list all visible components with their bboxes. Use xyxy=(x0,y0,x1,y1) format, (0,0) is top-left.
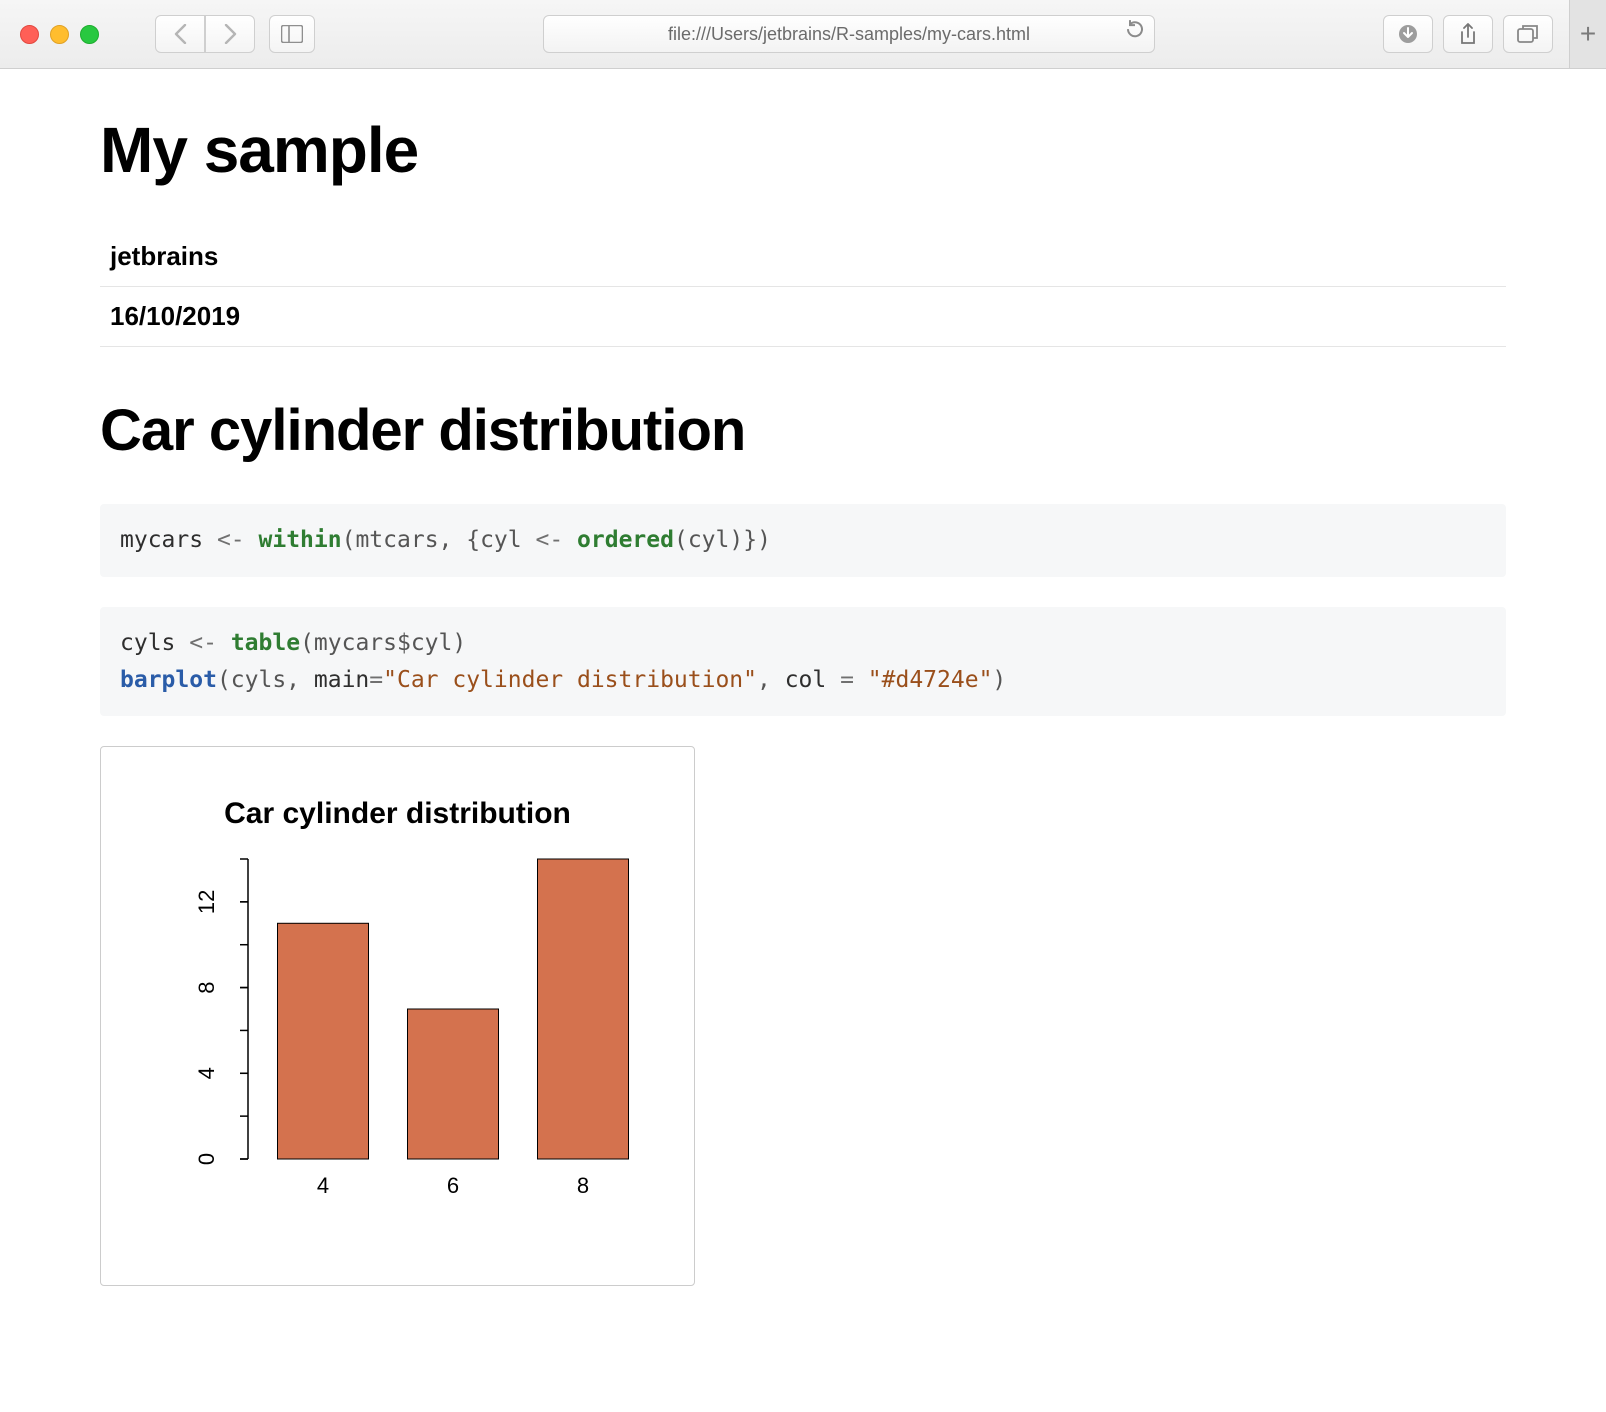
code-block-1: mycars <- within(mtcars, {cyl <- ordered… xyxy=(100,504,1506,577)
download-icon xyxy=(1398,24,1418,44)
code-token: within xyxy=(259,527,342,553)
chevron-left-icon xyxy=(174,24,187,44)
code-token: = xyxy=(826,667,868,693)
svg-text:4: 4 xyxy=(194,1068,219,1080)
toolbar-right: + xyxy=(1383,0,1590,68)
address-bar-text: file:///Users/jetbrains/R-samples/my-car… xyxy=(668,24,1030,45)
code-block-2: cyls <- table(mycars$cyl) barplot(cyls, … xyxy=(100,607,1506,717)
page-content: My sample jetbrains 16/10/2019 Car cylin… xyxy=(0,69,1606,1346)
section-heading: Car cylinder distribution xyxy=(100,397,1506,464)
code-token: ordered xyxy=(577,527,674,553)
date-line: 16/10/2019 xyxy=(100,287,1506,347)
code-token: "Car cylinder distribution" xyxy=(383,667,757,693)
close-window-button[interactable] xyxy=(20,25,39,44)
code-token: , xyxy=(757,667,785,693)
svg-text:12: 12 xyxy=(194,890,219,914)
code-token: (cyl)}) xyxy=(674,527,771,553)
new-tab-button[interactable]: + xyxy=(1569,0,1606,68)
forward-button[interactable] xyxy=(205,15,255,53)
code-token: cyls xyxy=(120,630,175,656)
back-button[interactable] xyxy=(155,15,205,53)
code-token: (mycars$cyl) xyxy=(300,630,466,656)
plus-icon: + xyxy=(1580,18,1596,50)
code-token: <- xyxy=(217,527,245,553)
chevron-right-icon xyxy=(224,24,237,44)
plot-container: Car cylinder distribution 0 4 8 12 4 6 8 xyxy=(100,746,695,1286)
code-token: barplot xyxy=(120,667,217,693)
code-token: <- xyxy=(535,527,563,553)
window-controls xyxy=(20,25,99,44)
address-bar[interactable]: file:///Users/jetbrains/R-samples/my-car… xyxy=(543,15,1155,53)
svg-text:4: 4 xyxy=(316,1173,328,1198)
code-token: = xyxy=(369,667,383,693)
code-token: table xyxy=(231,630,300,656)
tabs-icon xyxy=(1517,24,1539,44)
reload-button[interactable] xyxy=(1125,19,1144,46)
downloads-button[interactable] xyxy=(1383,15,1433,53)
nav-buttons xyxy=(155,15,255,53)
svg-text:0: 0 xyxy=(194,1153,219,1165)
page-title: My sample xyxy=(100,113,1506,187)
code-token: <- xyxy=(189,630,217,656)
share-icon xyxy=(1459,23,1477,45)
code-token: ) xyxy=(992,667,1006,693)
minimize-window-button[interactable] xyxy=(50,25,69,44)
code-token: main xyxy=(314,667,369,693)
zoom-window-button[interactable] xyxy=(80,25,99,44)
code-token: col xyxy=(785,667,827,693)
plot-title: Car cylinder distribution xyxy=(111,797,684,831)
svg-text:8: 8 xyxy=(576,1173,588,1198)
code-token: mycars xyxy=(120,527,203,553)
barplot-svg: 0 4 8 12 4 6 8 xyxy=(138,849,658,1219)
share-button[interactable] xyxy=(1443,15,1493,53)
code-token: "#d4724e" xyxy=(868,667,993,693)
reload-icon xyxy=(1125,19,1144,40)
sidebar-button[interactable] xyxy=(269,15,315,53)
svg-text:6: 6 xyxy=(446,1173,458,1198)
code-token: (mtcars, {cyl xyxy=(342,527,536,553)
tabs-button[interactable] xyxy=(1503,15,1553,53)
svg-text:8: 8 xyxy=(194,982,219,994)
browser-toolbar: file:///Users/jetbrains/R-samples/my-car… xyxy=(0,0,1606,69)
code-token: (cyls, xyxy=(217,667,314,693)
author-line: jetbrains xyxy=(100,227,1506,287)
sidebar-icon xyxy=(281,25,303,43)
